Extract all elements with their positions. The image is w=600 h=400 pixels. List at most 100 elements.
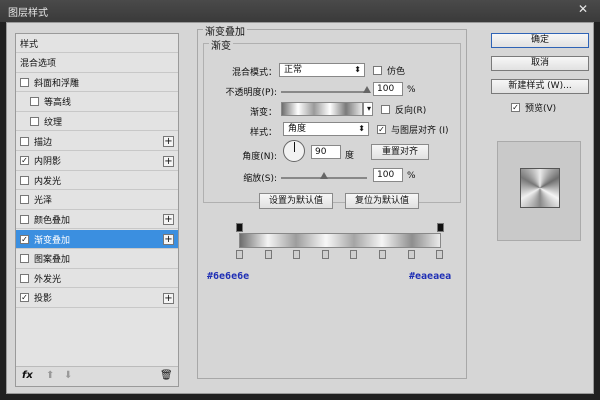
align-with-layer-checkbox[interactable]: ✓ 与图层对齐 (I) <box>377 123 449 136</box>
fx-icon[interactable]: fx <box>22 370 33 381</box>
checkbox-icon[interactable] <box>20 136 29 146</box>
style-list-item[interactable]: ✓ 渐变叠加 + <box>16 230 178 249</box>
color-stop[interactable] <box>407 250 415 259</box>
blend-mode-value: 正常 <box>284 65 303 75</box>
add-effect-icon[interactable]: + <box>163 136 174 147</box>
ok-button[interactable]: 确定 <box>491 33 589 48</box>
color-stop[interactable] <box>321 250 329 259</box>
style-list-item[interactable]: 纹理 <box>16 112 178 132</box>
style-select[interactable]: 角度 ⬍ <box>283 122 369 136</box>
checkbox-icon[interactable] <box>20 273 29 283</box>
opacity-stop-left[interactable] <box>236 223 243 232</box>
title-bar[interactable]: 图层样式 ✕ <box>0 0 600 22</box>
opacity-percent-sign: % <box>407 85 416 95</box>
gradient-subgroup-title: 渐变 <box>209 37 233 52</box>
styles-list-footer: fx ⬆ ⬇ 🗑 <box>16 366 178 386</box>
checkmark-icon: ✓ <box>377 125 386 134</box>
checkmark-icon[interactable]: ✓ <box>20 234 29 244</box>
checkbox-icon[interactable] <box>20 195 29 205</box>
style-list-item[interactable]: 内发光 <box>16 171 178 191</box>
checkbox-icon[interactable] <box>30 97 39 107</box>
styles-list-panel: 样式混合选项斜面和浮雕等高线纹理描边 + ✓ 内阴影 + 内发光光泽颜色叠加 + ✓ 渐变叠加 +… <box>15 33 179 387</box>
style-list-item[interactable]: 描边 + <box>16 132 178 151</box>
style-list-item[interactable]: 光泽 <box>16 191 178 210</box>
color-stop[interactable] <box>436 250 444 259</box>
checkbox-icon[interactable] <box>20 254 29 264</box>
reset-alignment-button[interactable]: 重置对齐 <box>371 144 429 160</box>
scale-slider-thumb[interactable] <box>320 172 328 179</box>
move-up-icon[interactable]: ⬆ <box>46 370 54 381</box>
reverse-label: 反向(R) <box>395 106 427 116</box>
reset-to-default-button[interactable]: 复位为默认值 <box>345 193 419 209</box>
degree-label: 度 <box>345 151 355 161</box>
left-color-hex: #6e6e6e <box>207 271 250 282</box>
preview-area <box>497 141 581 241</box>
preview-label: 预览(V) <box>525 104 557 114</box>
style-list-item[interactable]: 外发光 <box>16 269 178 289</box>
blend-mode-label: 混合模式： <box>231 68 277 78</box>
new-style-button[interactable]: 新建样式 (W)... <box>491 79 589 94</box>
set-as-default-button[interactable]: 设置为默认值 <box>259 193 333 209</box>
checkbox-icon[interactable] <box>20 214 29 224</box>
angle-input[interactable]: 90 <box>311 145 341 159</box>
style-label: 样式： <box>249 128 277 138</box>
style-list-item-label: 内发光 <box>34 176 62 187</box>
dither-checkbox[interactable]: 仿色 <box>373 64 405 77</box>
opacity-slider-thumb[interactable] <box>363 86 371 93</box>
style-list-item[interactable]: 颜色叠加 + <box>16 210 178 230</box>
select-arrow-icon: ⬍ <box>354 65 361 74</box>
gradient-editor-bar[interactable] <box>239 233 441 248</box>
color-stop[interactable] <box>264 250 272 259</box>
style-list-item-label: 混合选项 <box>20 59 57 70</box>
preview-checkbox[interactable]: ✓ 预览(V) <box>511 101 556 114</box>
opacity-input[interactable]: 100 <box>373 82 403 96</box>
add-effect-icon[interactable]: + <box>163 292 174 304</box>
checkbox-icon[interactable] <box>30 116 39 126</box>
preview-swatch <box>520 168 560 208</box>
style-list-item[interactable]: 等高线 <box>16 93 178 112</box>
gradient-label: 渐变： <box>249 108 277 118</box>
style-list-item[interactable]: 混合选项 <box>16 54 178 73</box>
style-list-item[interactable]: 样式 <box>16 34 178 53</box>
style-list-item[interactable]: 图案叠加 <box>16 250 178 269</box>
style-list-item-label: 纹理 <box>44 117 63 128</box>
dropdown-arrow-icon: ▾ <box>366 104 371 113</box>
gradient-swatch[interactable] <box>281 102 363 116</box>
gradient-overlay-title: 渐变叠加 <box>203 23 247 38</box>
reverse-checkbox[interactable]: 反向(R) <box>381 103 426 116</box>
style-list-item-label: 斜面和浮雕 <box>34 78 80 89</box>
cancel-button[interactable]: 取消 <box>491 56 589 71</box>
checkmark-icon[interactable]: ✓ <box>20 156 29 166</box>
checkbox-icon <box>373 66 382 75</box>
add-effect-icon[interactable]: + <box>163 234 174 245</box>
checkbox-icon[interactable] <box>20 175 29 185</box>
style-list-item[interactable]: ✓ 内阴影 + <box>16 152 178 171</box>
style-list-item[interactable]: 斜面和浮雕 <box>16 73 178 93</box>
layer-style-window: 图层样式 ✕ 样式 混合选项 斜面和浮雕 等高线 纹理 描边 + ✓ 内阴影 + 内发光 光泽 颜色叠加… <box>0 0 600 400</box>
color-stop[interactable] <box>293 250 301 259</box>
checkbox-icon[interactable] <box>20 77 29 87</box>
style-list-item-label: 渐变叠加 <box>34 235 71 246</box>
color-stop[interactable] <box>350 250 358 259</box>
color-stop[interactable] <box>379 250 386 259</box>
style-list-item[interactable]: ✓ 投影 + <box>16 289 178 308</box>
opacity-label: 不透明度(P): <box>225 88 277 98</box>
style-list-item-label: 等高线 <box>44 98 72 109</box>
right-color-hex: #eaeaea <box>409 271 452 282</box>
opacity-slider[interactable] <box>281 91 367 93</box>
move-down-icon[interactable]: ⬇ <box>64 370 72 381</box>
window-title: 图层样式 <box>8 8 48 19</box>
add-effect-icon[interactable]: + <box>163 214 174 226</box>
trash-icon[interactable]: 🗑 <box>160 370 173 381</box>
style-list-item-label: 颜色叠加 <box>34 215 71 226</box>
color-stop[interactable] <box>236 250 243 259</box>
opacity-stop-right[interactable] <box>437 223 444 232</box>
gradient-picker-dropdown[interactable]: ▾ <box>363 102 373 116</box>
blend-mode-select[interactable]: 正常 ⬍ <box>279 63 365 77</box>
checkmark-icon[interactable]: ✓ <box>20 293 29 303</box>
close-icon[interactable]: ✕ <box>576 2 590 16</box>
angle-dial[interactable] <box>283 140 305 162</box>
add-effect-icon[interactable]: + <box>163 155 174 167</box>
scale-input[interactable]: 100 <box>373 168 403 182</box>
select-arrow-icon: ⬍ <box>358 124 365 133</box>
